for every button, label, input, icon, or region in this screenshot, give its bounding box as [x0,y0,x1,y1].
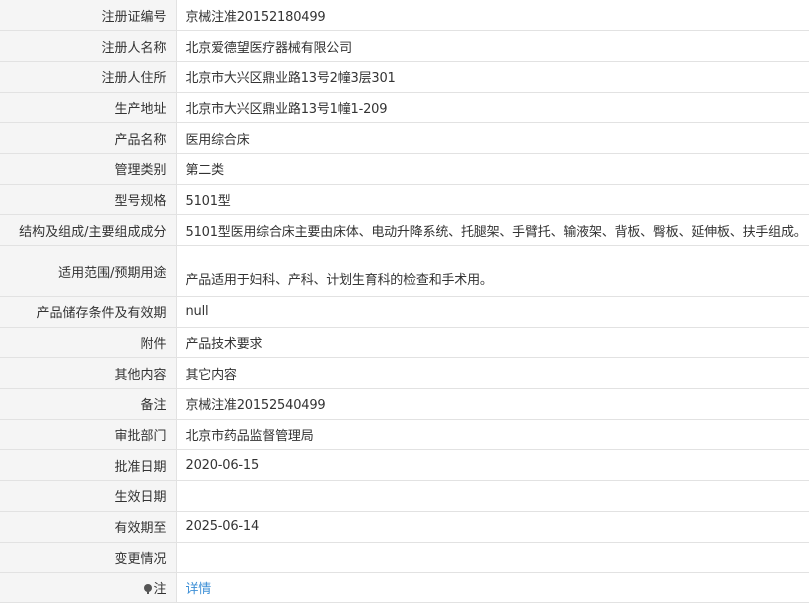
field-label: 注册人名称 [0,30,177,62]
row-note: 注 详情 [0,572,809,603]
row-other-content: 其他内容 其它内容 [0,357,809,390]
field-value: 北京市大兴区鼎业路13号1幢1-209 [176,92,809,124]
field-label: 备注 [0,388,177,420]
field-label: 其他内容 [0,357,177,390]
row-approval-department: 审批部门 北京市药品监督管理局 [0,419,809,451]
row-registrant-name: 注册人名称 北京爱德望医疗器械有限公司 [0,30,809,62]
field-value: 北京爱德望医疗器械有限公司 [176,30,809,62]
note-value-cell: 详情 [176,572,809,603]
note-label: 注 [153,582,167,598]
field-value: 其它内容 [176,357,809,390]
field-label: 注册证编号 [0,0,177,32]
field-value [176,542,809,574]
field-value: 京械注准20152540499 [176,388,809,420]
row-intended-use: 适用范围/预期用途 产品适用于妇科、产科、计划生育科的检查和手术用。 [0,245,809,297]
registration-detail-table: 注册证编号 京械注准20152180499 注册人名称 北京爱德望医疗器械有限公… [0,0,809,603]
field-label: 结构及组成/主要组成成分 [0,214,177,246]
field-label: 审批部门 [0,419,177,451]
row-change-history: 变更情况 [0,542,809,574]
field-value: 北京市药品监督管理局 [176,419,809,451]
details-link[interactable]: 详情 [186,582,212,597]
note-label-cell: 注 [0,572,177,603]
row-storage-validity: 产品储存条件及有效期 null [0,296,809,328]
row-registrant-address: 注册人住所 北京市大兴区鼎业路13号2幢3层301 [0,61,809,93]
field-label: 产品储存条件及有效期 [0,296,177,328]
field-value: 2025-06-14 [176,511,809,543]
field-value: 5101型 [176,184,809,216]
field-value: 2020-06-15 [176,449,809,482]
field-label: 适用范围/预期用途 [0,245,177,297]
field-label: 注册人住所 [0,61,177,93]
row-approval-date: 批准日期 2020-06-15 [0,449,809,482]
field-value: 5101型医用综合床主要由床体、电动升降系统、托腿架、手臂托、输液架、背板、臀板… [176,214,809,246]
row-remarks: 备注 京械注准20152540499 [0,388,809,420]
field-value [176,480,809,512]
field-label: 有效期至 [0,511,177,543]
field-label: 型号规格 [0,184,177,216]
field-value: 医用综合床 [176,122,809,154]
field-label: 附件 [0,327,177,359]
row-effective-date: 生效日期 [0,480,809,512]
row-structure-composition: 结构及组成/主要组成成分 5101型医用综合床主要由床体、电动升降系统、托腿架、… [0,214,809,246]
field-value: 产品技术要求 [176,327,809,359]
field-value: null [176,296,809,328]
field-value: 京械注准20152180499 [176,0,809,32]
row-registration-number: 注册证编号 京械注准20152180499 [0,0,809,32]
field-label: 生效日期 [0,480,177,512]
row-management-category: 管理类别 第二类 [0,153,809,185]
row-production-address: 生产地址 北京市大兴区鼎业路13号1幢1-209 [0,92,809,124]
field-label: 管理类别 [0,153,177,185]
row-valid-until: 有效期至 2025-06-14 [0,511,809,543]
field-label: 产品名称 [0,122,177,154]
row-attachment: 附件 产品技术要求 [0,327,809,359]
field-label: 生产地址 [0,92,177,124]
field-label: 变更情况 [0,542,177,574]
row-model-spec: 型号规格 5101型 [0,184,809,216]
field-label: 批准日期 [0,449,177,482]
field-value: 第二类 [176,153,809,185]
field-value: 北京市大兴区鼎业路13号2幢3层301 [176,61,809,93]
field-value: 产品适用于妇科、产科、计划生育科的检查和手术用。 [176,245,809,297]
lightbulb-icon [144,584,153,595]
row-product-name: 产品名称 医用综合床 [0,122,809,154]
